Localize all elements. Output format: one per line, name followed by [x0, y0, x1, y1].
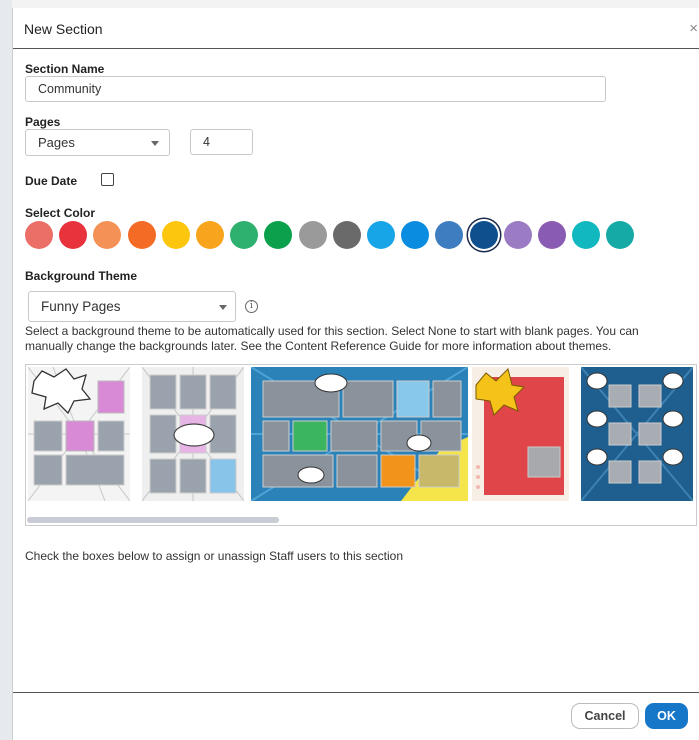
color-swatch[interactable]: [298, 221, 327, 249]
color-swatch[interactable]: [59, 221, 88, 249]
section-name-input[interactable]: Community: [25, 76, 606, 102]
color-swatch[interactable]: [196, 221, 224, 249]
theme-description: Select a background theme to be automati…: [25, 324, 639, 353]
background-theme-label: Background Theme: [25, 269, 138, 283]
theme-thumbnail[interactable]: [472, 367, 569, 501]
pages-select-value: Pages: [38, 135, 75, 150]
chevron-down-icon: [219, 305, 227, 310]
color-swatch[interactable]: [538, 221, 566, 249]
ok-button[interactable]: OK: [645, 703, 688, 729]
theme-gallery[interactable]: [25, 364, 697, 526]
info-icon[interactable]: i: [245, 300, 258, 313]
section-name-label: Section Name: [25, 62, 105, 76]
chevron-down-icon: [151, 141, 159, 146]
color-swatch[interactable]: [367, 221, 395, 249]
due-date-label: Due Date: [25, 174, 78, 188]
color-swatch[interactable]: [572, 221, 601, 249]
color-swatch[interactable]: [230, 221, 259, 249]
color-swatch[interactable]: [161, 221, 190, 249]
page-count-input[interactable]: 4: [190, 129, 253, 155]
theme-thumbnail[interactable]: [142, 367, 244, 501]
color-swatch[interactable]: [25, 221, 53, 249]
background-app-edge: [0, 0, 12, 740]
section-name-value: Community: [38, 82, 102, 96]
background-theme-value: Funny Pages: [41, 299, 121, 314]
cancel-button[interactable]: Cancel: [571, 703, 639, 729]
close-icon[interactable]: ×: [689, 20, 698, 37]
theme-thumbnail[interactable]: [28, 367, 130, 501]
due-date-checkbox[interactable]: [101, 173, 114, 186]
color-swatch[interactable]: [332, 221, 361, 249]
gallery-scrollbar[interactable]: [27, 517, 279, 523]
color-swatch[interactable]: [93, 221, 122, 249]
pages-label: Pages: [25, 115, 61, 129]
dialog-title: New Section: [24, 21, 103, 37]
color-swatch[interactable]: [606, 221, 635, 249]
color-swatch[interactable]: [503, 221, 532, 249]
color-swatch[interactable]: [401, 221, 430, 249]
dialog-header: New Section ×: [13, 8, 699, 49]
color-swatch[interactable]: [264, 221, 293, 249]
select-color-label: Select Color: [25, 206, 96, 220]
theme-thumbnail[interactable]: [581, 367, 693, 501]
new-section-dialog: New Section × Section Name Community Pag…: [12, 8, 699, 740]
theme-thumbnail[interactable]: [251, 367, 468, 501]
pages-select[interactable]: Pages: [25, 129, 170, 156]
background-theme-select[interactable]: Funny Pages: [28, 291, 236, 322]
page-count-value: 4: [203, 135, 210, 149]
color-swatch[interactable]: [127, 221, 156, 249]
color-swatch[interactable]: [435, 221, 464, 249]
assign-staff-instructions: Check the boxes below to assign or unass…: [25, 549, 403, 563]
footer-divider: [13, 692, 699, 693]
color-swatch[interactable]: [469, 221, 498, 249]
